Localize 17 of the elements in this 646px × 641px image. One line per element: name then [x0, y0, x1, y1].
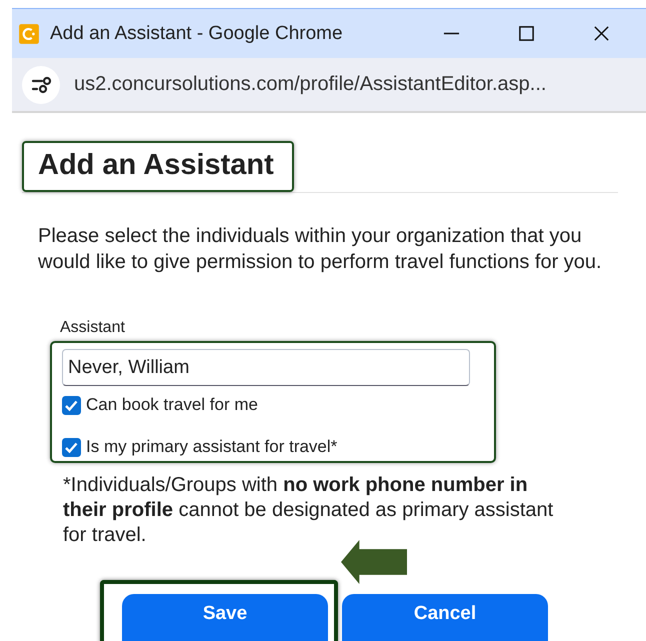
checkbox[interactable] [62, 396, 81, 414]
site-settings-icon[interactable] [22, 66, 60, 104]
intro-text: Please select the individuals within your organization that you would like to give permission to perform travel functions for you. [38, 224, 603, 275]
page-heading: Add an Assistant [22, 141, 294, 192]
assistant-field[interactable]: Never, William [62, 349, 470, 386]
window-title: Add an Assistant - Google Chrome [50, 22, 344, 44]
field-label: Assistant [60, 319, 126, 337]
footnote-text: *Individuals/Groups with no work phone number in their profile cannot be designated as primary assistant for travel. [63, 473, 554, 548]
maximize-icon[interactable] [518, 25, 535, 42]
app-logo-icon [18, 22, 40, 44]
cancel-button[interactable]: Cancel [342, 594, 548, 641]
checkbox-label: Is my primary assistant for travel* [86, 437, 338, 457]
save-button[interactable]: Save [122, 594, 328, 641]
pointer-arrow [338, 540, 410, 584]
close-icon[interactable] [593, 25, 610, 42]
checkbox-label: Can book travel for me [86, 395, 258, 415]
checkbox[interactable] [62, 438, 81, 456]
